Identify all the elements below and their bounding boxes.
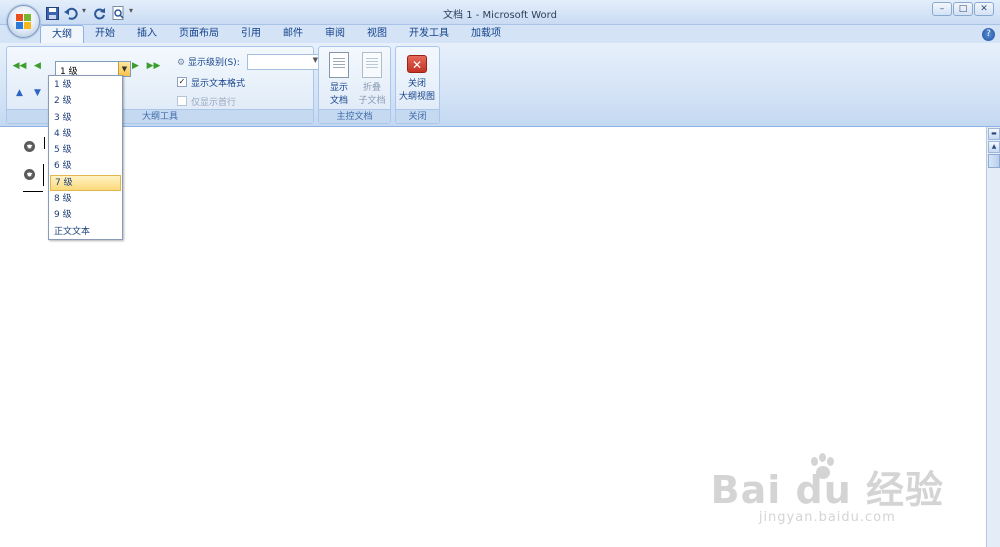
scrollbar-thumb[interactable] (988, 154, 1000, 168)
show-document-icon (329, 52, 349, 78)
window-title: 文档 1 - Microsoft Word (443, 10, 557, 21)
close-group: ✕ 关闭 大纲视图 关闭 (395, 46, 440, 124)
promote-icon[interactable]: ◀ (29, 58, 46, 74)
level-option-body-text[interactable]: 正文文本 (50, 224, 121, 240)
level-option-1[interactable]: 1 级 (50, 77, 121, 93)
scroll-up-icon[interactable]: ▲ (988, 141, 1000, 153)
show-text-format-checkbox[interactable]: ✓ (177, 77, 187, 87)
close-group-label: 关闭 (396, 109, 439, 123)
close-outline-view-button[interactable]: ✕ 关闭 大纲视图 (397, 52, 437, 102)
paragraph-underline (23, 191, 43, 192)
show-first-line-label: 仅显示首行 (191, 97, 237, 108)
promote-to-heading1-icon[interactable]: ◀◀ (11, 58, 28, 74)
tab-add-ins[interactable]: 加载项 (460, 25, 512, 44)
outline-bullet-icon[interactable]: − (24, 169, 35, 180)
collapse-subdocuments-icon (362, 52, 382, 78)
demote-icon[interactable]: ▶ (127, 58, 144, 74)
ruler-toggle-icon[interactable]: ▬ (988, 128, 1000, 140)
maximize-button[interactable]: □ (953, 2, 973, 16)
tab-home[interactable]: 开始 (84, 25, 126, 44)
master-document-group: 显示 文档 折叠 子文档 主控文档 (318, 46, 391, 124)
tab-references[interactable]: 引用 (230, 25, 272, 44)
office-button[interactable] (7, 5, 40, 38)
show-level-combo[interactable]: ▼ (247, 54, 321, 70)
show-level-label: ⚙ 显示级别(S): (177, 58, 240, 68)
window-controls: – □ ✕ (932, 2, 994, 16)
show-text-format-label: 显示文本格式 (191, 78, 246, 89)
text-cursor (43, 164, 44, 186)
outline-level-dropdown: 1 级 2 级 3 级 4 级 5 级 6 级 7 级 8 级 9 级 正文文本 (48, 75, 123, 240)
show-first-line-checkbox[interactable] (177, 96, 187, 106)
help-icon[interactable]: ? (982, 28, 995, 41)
minimize-button[interactable]: – (932, 2, 952, 16)
tab-mailings[interactable]: 邮件 (272, 25, 314, 44)
collapse-subdocuments-button[interactable]: 折叠 子文档 (352, 52, 392, 106)
level-option-5[interactable]: 5 级 (50, 142, 121, 158)
level-option-3[interactable]: 3 级 (50, 110, 121, 126)
show-text-format-option[interactable]: ✓ 显示文本格式 (177, 75, 245, 89)
tab-view[interactable]: 视图 (356, 25, 398, 44)
level-option-4[interactable]: 4 级 (50, 126, 121, 142)
level-option-7[interactable]: 7 级 (50, 174, 121, 192)
level-option-8[interactable]: 8 级 (50, 191, 121, 207)
level-option-2[interactable]: 2 级 (50, 93, 121, 109)
tab-insert[interactable]: 插入 (126, 25, 168, 44)
tab-review[interactable]: 审阅 (314, 25, 356, 44)
outline-bullet-icon[interactable]: − (24, 141, 35, 152)
baidu-watermark: Bai du 经验 jingyan.baidu.com (711, 453, 944, 525)
text-fragment (44, 137, 45, 149)
close-window-button[interactable]: ✕ (974, 2, 994, 16)
master-document-group-label: 主控文档 (319, 109, 390, 123)
move-down-icon[interactable]: ▼ (29, 85, 46, 101)
level-option-9[interactable]: 9 级 (50, 207, 121, 223)
level-option-6[interactable]: 6 级 (50, 158, 121, 174)
tab-outline[interactable]: 大纲 (40, 25, 84, 44)
ribbon: ◀◀ ◀ 1 级 ▼ ▶ ▶▶ ▲ ▼ ⚙ 显示级别(S): ▼ ✓ 显示文本格… (0, 43, 1000, 127)
title-bar: ▾ ▾ 文档 1 - Microsoft Word – □ ✕ (0, 0, 1000, 25)
demote-to-body-text-icon[interactable]: ▶▶ (145, 58, 162, 74)
tab-page-layout[interactable]: 页面布局 (168, 25, 230, 44)
show-level-icon: ⚙ (177, 58, 186, 68)
close-icon: ✕ (407, 55, 427, 73)
vertical-scrollbar[interactable]: ▬ ▲ (986, 127, 1000, 547)
ribbon-tabs: 大纲 开始 插入 页面布局 引用 邮件 审阅 视图 开发工具 加载项 (40, 25, 512, 44)
baidu-paw-logo (807, 453, 839, 485)
tab-developer[interactable]: 开发工具 (398, 25, 460, 44)
show-first-line-option[interactable]: 仅显示首行 (177, 94, 236, 108)
move-up-icon[interactable]: ▲ (11, 85, 28, 101)
office-logo-icon (16, 14, 32, 30)
